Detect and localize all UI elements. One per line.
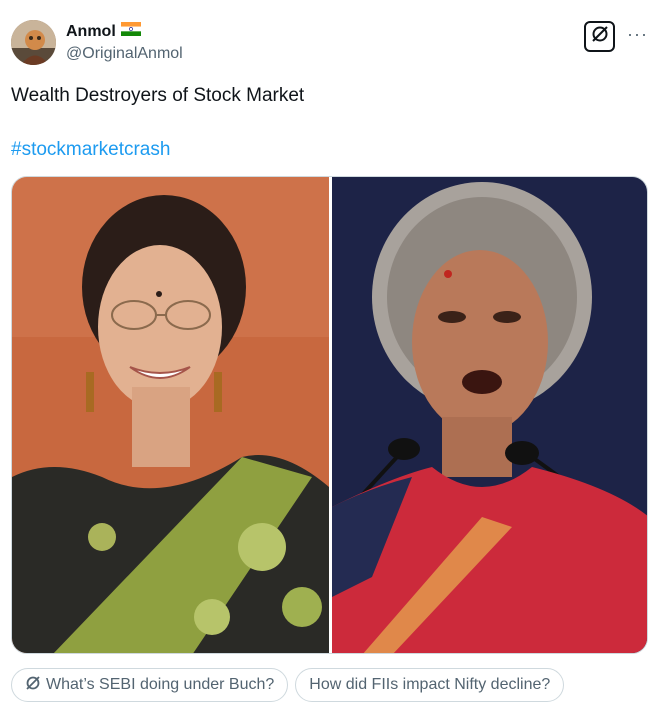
tweet-media[interactable] xyxy=(11,176,648,654)
author-name-row: Anmol xyxy=(66,22,141,41)
suggested-questions: What’s SEBI doing under Buch? How did FI… xyxy=(11,668,565,702)
grok-icon xyxy=(591,25,609,48)
more-options-button[interactable]: ··· xyxy=(627,24,651,44)
suggested-question-label: What’s SEBI doing under Buch? xyxy=(46,676,275,693)
author-avatar[interactable] xyxy=(11,20,56,65)
left-photo xyxy=(12,177,329,653)
author-handle[interactable]: @OriginalAnmol xyxy=(66,45,183,63)
tweet: Anmol @OriginalAnmol ··· Wealth Destroye… xyxy=(0,0,667,702)
suggested-question-chip[interactable]: What’s SEBI doing under Buch? xyxy=(11,668,289,702)
india-flag-icon xyxy=(120,22,141,41)
hashtag-link[interactable]: #stockmarketcrash xyxy=(11,139,170,161)
suggested-question-label: How did FIIs impact Nifty decline? xyxy=(309,676,551,693)
grok-icon xyxy=(25,675,41,696)
suggested-question-chip[interactable]: How did FIIs impact Nifty decline? xyxy=(295,668,565,702)
right-photo xyxy=(332,177,647,653)
tweet-text: Wealth Destroyers of Stock Market xyxy=(11,85,305,106)
display-name[interactable]: Anmol xyxy=(66,23,116,41)
grok-button[interactable] xyxy=(584,21,615,52)
